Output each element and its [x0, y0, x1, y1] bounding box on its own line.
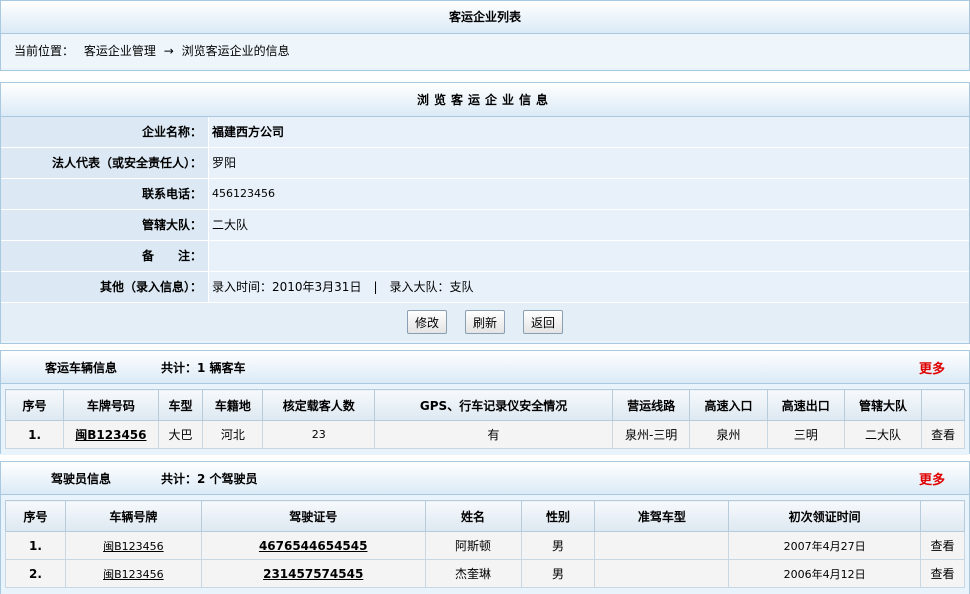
column-header — [921, 389, 965, 421]
view-link[interactable]: 查看 — [921, 420, 965, 449]
info-label: 联系电话： — [1, 179, 209, 209]
driver-panel-header: 驾驶员信息 共计：2 个驾驶员 更多 — [1, 462, 969, 495]
vehicle-panel-header: 客运车辆信息 共计：1 辆客车 更多 — [1, 351, 969, 384]
driver-table: 序号 车辆号牌 驾驶证号 姓名 性别 准驾车型 初次领证时间 1. 闽B1234… — [5, 500, 965, 588]
column-header: 核定载客人数 — [262, 389, 376, 421]
vehicle-header-row: 序号 车牌号码 车型 车籍地 核定载客人数 GPS、行车记录仪安全情况 营运线路… — [4, 389, 965, 421]
driver-more-link[interactable]: 更多 — [919, 469, 945, 488]
info-label: 备 注： — [1, 241, 209, 271]
column-header: 高速入口 — [689, 389, 768, 421]
company-info-title: 浏览客运企业信息 — [1, 83, 969, 117]
column-header: 管辖大队 — [843, 389, 923, 421]
vehicle-table: 序号 车牌号码 车型 车籍地 核定载客人数 GPS、行车记录仪安全情况 营运线路… — [4, 389, 965, 449]
vehicle-origin: 河北 — [202, 420, 264, 449]
vehicle-count: 共计：1 辆客车 — [161, 360, 246, 375]
vehicle-type: 大巴 — [157, 420, 204, 449]
column-header: 车辆号牌 — [64, 500, 202, 532]
info-row-other: 其他（录入信息）： 录入时间：2010年3月31日 | 录入大队：支队 — [1, 272, 969, 303]
license-link[interactable]: 4676544654545 — [259, 539, 368, 553]
vehicle-more-link[interactable]: 更多 — [919, 358, 945, 377]
table-row: 1. 闽B123456 4676544654545 阿斯顿 男 2007年4月2… — [5, 531, 965, 560]
column-header: 准驾车型 — [594, 500, 730, 532]
license-link[interactable]: 231457574545 — [263, 567, 363, 581]
company-info-panel: 浏览客运企业信息 企业名称： 福建西方公司 法人代表（或安全责任人）： 罗阳 联… — [0, 82, 970, 344]
driver-class — [594, 559, 730, 588]
column-header: 车籍地 — [202, 389, 264, 421]
edit-button[interactable]: 修改 — [406, 310, 447, 334]
column-header: 性别 — [520, 500, 596, 532]
top-panel: 客运企业列表 当前位置： 客运企业管理 → 浏览客运企业的信息 — [0, 0, 970, 71]
brigade-value: 二大队 — [209, 210, 969, 240]
action-buttons: 修改 刷新 返回 — [1, 303, 969, 341]
driver-gender: 男 — [520, 559, 596, 588]
phone-value: 456123456 — [209, 179, 969, 209]
refresh-button[interactable]: 刷新 — [464, 310, 505, 334]
other-value: 录入时间：2010年3月31日 | 录入大队：支队 — [209, 272, 969, 302]
row-number: 2. — [5, 559, 66, 588]
plate-link[interactable]: 闽B123456 — [103, 540, 164, 553]
info-row-brigade: 管辖大队： 二大队 — [1, 210, 969, 241]
info-row-company-name: 企业名称： 福建西方公司 — [1, 117, 969, 148]
breadcrumb-parent: 客运企业管理 — [83, 44, 156, 58]
row-number: 1. — [5, 531, 66, 560]
driver-panel-title: 驾驶员信息 — [50, 471, 111, 486]
column-header: 车牌号码 — [63, 389, 159, 421]
breadcrumb-arrow-icon: → — [163, 44, 174, 58]
driver-class — [594, 531, 730, 560]
table-row: 2. 闽B123456 231457574545 杰奎琳 男 2006年4月12… — [5, 559, 965, 588]
column-header: 驾驶证号 — [200, 500, 426, 532]
row-number: 1. — [4, 420, 65, 449]
column-header — [920, 500, 965, 532]
column-header: GPS、行车记录仪安全情况 — [374, 389, 613, 421]
breadcrumb: 当前位置： 客运企业管理 → 浏览客运企业的信息 — [1, 34, 969, 68]
view-link[interactable]: 查看 — [920, 559, 965, 588]
info-label: 企业名称： — [1, 117, 209, 147]
column-header: 营运线路 — [611, 389, 691, 421]
back-button[interactable]: 返回 — [523, 310, 564, 334]
driver-date: 2006年4月12日 — [728, 559, 921, 588]
column-header: 高速出口 — [766, 389, 845, 421]
remarks-value — [209, 241, 969, 271]
column-header: 序号 — [5, 500, 66, 532]
company-name-value: 福建西方公司 — [209, 117, 969, 147]
plate-link[interactable]: 闽B123456 — [103, 568, 164, 581]
vehicle-exit: 三明 — [766, 420, 845, 449]
info-row-phone: 联系电话： 456123456 — [1, 179, 969, 210]
driver-gender: 男 — [520, 531, 596, 560]
column-header: 车型 — [157, 389, 204, 421]
column-header: 序号 — [4, 389, 65, 421]
vehicle-seats: 23 — [262, 420, 376, 449]
driver-name: 阿斯顿 — [424, 531, 522, 560]
table-row: 1. 闽B123456 大巴 河北 23 有 泉州-三明 泉州 三明 二大队 查… — [4, 420, 965, 449]
page-title: 客运企业列表 — [1, 1, 969, 34]
plate-link[interactable]: 闽B123456 — [75, 428, 146, 442]
column-header: 姓名 — [424, 500, 522, 532]
vehicle-entry: 泉州 — [689, 420, 768, 449]
legal-rep-value: 罗阳 — [209, 148, 969, 178]
vehicle-gps: 有 — [374, 420, 613, 449]
view-link[interactable]: 查看 — [920, 531, 965, 560]
vehicle-panel: 客运车辆信息 共计：1 辆客车 更多 序号 车牌号码 车型 车籍地 核定载客人数… — [0, 350, 970, 455]
column-header: 初次领证时间 — [728, 500, 921, 532]
vehicle-route: 泉州-三明 — [611, 420, 691, 449]
info-label: 法人代表（或安全责任人）： — [1, 148, 209, 178]
breadcrumb-prefix: 当前位置： — [14, 44, 75, 58]
driver-panel: 驾驶员信息 共计：2 个驾驶员 更多 序号 车辆号牌 驾驶证号 姓名 性别 准驾… — [0, 461, 970, 594]
vehicle-brigade: 二大队 — [843, 420, 923, 449]
driver-name: 杰奎琳 — [424, 559, 522, 588]
driver-header-row: 序号 车辆号牌 驾驶证号 姓名 性别 准驾车型 初次领证时间 — [5, 500, 965, 532]
vehicle-panel-title: 客运车辆信息 — [44, 360, 117, 375]
info-label: 其他（录入信息）： — [1, 272, 209, 302]
breadcrumb-current: 浏览客运企业的信息 — [181, 44, 290, 58]
info-row-legal-rep: 法人代表（或安全责任人）： 罗阳 — [1, 148, 969, 179]
driver-date: 2007年4月27日 — [728, 531, 921, 560]
driver-count: 共计：2 个驾驶员 — [161, 471, 258, 486]
info-row-remarks: 备 注： — [1, 241, 969, 272]
info-label: 管辖大队： — [1, 210, 209, 240]
